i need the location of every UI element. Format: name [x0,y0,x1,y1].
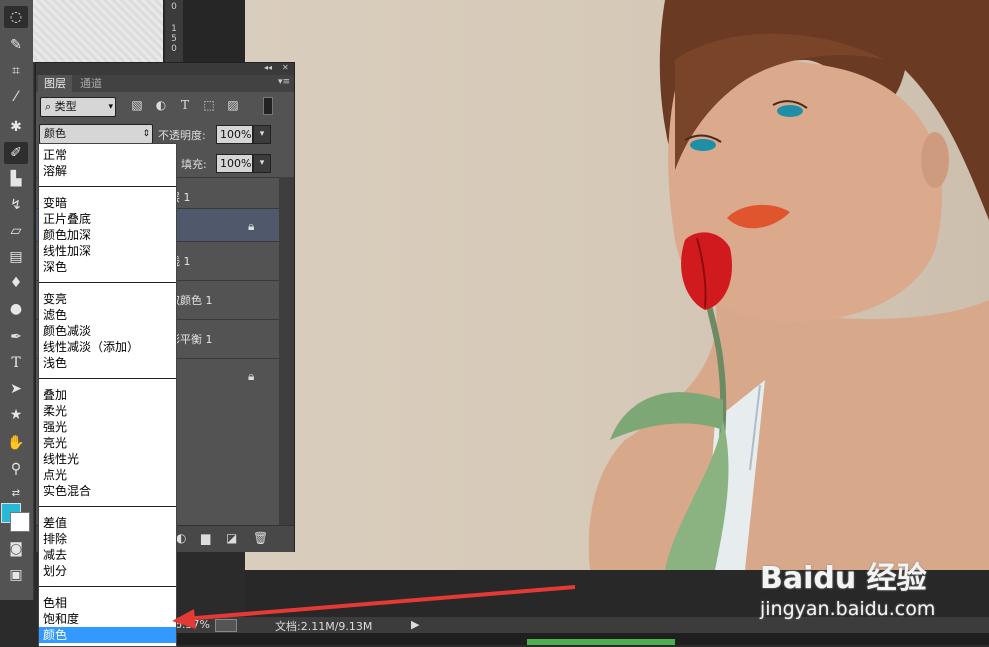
smart-object-filter-icon[interactable]: ▨ [226,98,240,112]
screen-mode-icon[interactable]: ▣ [4,564,28,586]
blend-option[interactable]: 溶解 [39,163,176,179]
menu-divider [39,282,176,283]
blend-option[interactable]: 线性加深 [39,243,176,259]
brush-tool-icon[interactable]: ✐ [4,142,28,164]
blend-option[interactable]: 正常 [39,147,176,163]
ruler-digit: 1 [171,24,177,34]
blend-option[interactable]: 颜色加深 [39,227,176,243]
search-icon: ⌕ [45,100,55,113]
blend-option[interactable]: 变亮 [39,291,176,307]
adjustment-filter-icon[interactable]: ◐ [154,98,168,112]
opacity-label: 不透明度: [158,129,206,142]
path-select-tool-icon[interactable]: ➤ [4,378,28,400]
blend-option[interactable]: 线性减淡（添加） [39,339,176,355]
watermark-brand: Baidu 经验 [760,561,927,596]
background-color-swatch[interactable] [10,512,30,532]
blend-mode-dropdown: 正常 溶解 变暗 正片叠底 颜色加深 线性加深 深色 变亮 滤色 颜色减淡 线性… [38,143,177,647]
blend-mode-value: 颜色 [44,127,66,140]
chevron-updown-icon: ⇕ [142,129,150,139]
zoom-tool-icon[interactable]: ⚲ [4,458,28,480]
stamp-tool-icon[interactable]: ▙ [4,168,28,190]
blend-option[interactable]: 柔光 [39,403,176,419]
ruler-digit: 5 [171,34,177,44]
quick-select-tool-icon[interactable]: ✎ [4,34,28,56]
panel-tabs: 图层 通道 ▾≡ [36,75,294,92]
vertical-ruler: 0 1 5 0 [165,0,183,62]
lock-icon: 🔒︎ [248,369,255,383]
shape-filter-icon[interactable]: ⬚ [202,98,216,112]
layers-scrollbar[interactable] [279,177,294,525]
opacity-dropdown-button[interactable]: ▾ [253,125,271,144]
healing-brush-tool-icon[interactable]: ✱ [4,116,28,138]
tool-panel: ◌ ✎ ⌗ ⁄ ✱ ✐ ▙ ↯ ▱ ▤ ♦ ● ✒ T ➤ ★ ✋ ⚲ ⇄ ◙ … [0,0,34,600]
blend-mode-select[interactable]: 颜色 ⇕ [39,124,153,144]
type-tool-icon[interactable]: T [4,352,28,374]
fill-label: 填充: [181,158,207,171]
layer-filter-row: ⌕ 类型 ▾ ▧ ◐ T ⬚ ▨ [36,92,294,120]
canvas-photo[interactable] [245,0,989,570]
eraser-tool-icon[interactable]: ▱ [4,220,28,242]
blend-option[interactable]: 划分 [39,563,176,579]
tab-channels[interactable]: 通道 [74,75,108,92]
type-filter-icon[interactable]: T [178,98,192,112]
menu-divider [39,378,176,379]
blur-tool-icon[interactable]: ♦ [4,272,28,294]
close-panel-icon[interactable]: ✕ [282,63,289,72]
new-layer-icon[interactable]: ◪ [226,531,237,545]
new-group-icon[interactable]: ▆ [201,531,210,545]
fill-dropdown-button[interactable]: ▾ [253,154,271,173]
blend-option[interactable]: 减去 [39,547,176,563]
baidu-watermark: Baidu 经验 jingyan.baidu.com [760,543,980,623]
panel-menu-icon[interactable]: ▾≡ [278,77,290,87]
collapse-icon[interactable]: ◂◂ [264,63,272,72]
pixel-filter-icon[interactable]: ▧ [130,98,144,112]
watermark-url: jingyan.baidu.com [760,598,936,620]
blend-option[interactable]: 正片叠底 [39,211,176,227]
panel-header: ◂◂ ✕ [36,63,294,75]
ruler-digit: 0 [171,44,177,54]
chevron-down-icon: ▾ [108,102,113,112]
blend-option[interactable]: 排除 [39,531,176,547]
delete-layer-icon[interactable]: 🗑︎ [253,531,268,545]
blend-option[interactable]: 滤色 [39,307,176,323]
fill-input[interactable]: 100% [216,154,253,173]
blend-option[interactable]: 线性光 [39,451,176,467]
swap-colors-icon[interactable]: ⇄ [4,482,28,504]
blend-option[interactable]: 深色 [39,259,176,275]
shape-tool-icon[interactable]: ★ [4,404,28,426]
tab-layers[interactable]: 图层 [38,75,72,92]
quick-mask-icon[interactable]: ◙ [4,538,28,560]
blend-option[interactable]: 强光 [39,419,176,435]
crop-tool-icon[interactable]: ⌗ [4,60,28,82]
blend-option[interactable]: 变暗 [39,195,176,211]
menu-divider [39,186,176,187]
blend-option[interactable]: 浅色 [39,355,176,371]
opacity-input[interactable]: 100% [216,125,253,144]
menu-divider [39,506,176,507]
adjustment-layer-icon[interactable]: ◐ [176,531,186,545]
blend-option[interactable]: 颜色减淡 [39,323,176,339]
blend-option[interactable]: 差值 [39,515,176,531]
dodge-tool-icon[interactable]: ● [4,298,28,320]
gradient-tool-icon[interactable]: ▤ [4,246,28,268]
annotation-arrow [172,585,576,629]
eyedropper-tool-icon[interactable]: ⁄ [4,86,28,108]
filter-toggle-switch[interactable] [263,97,273,115]
blend-option[interactable]: 叠加 [39,387,176,403]
portrait-illustration [588,0,989,570]
ruler-digit: 0 [171,2,177,12]
blend-option[interactable]: 点光 [39,467,176,483]
pen-tool-icon[interactable]: ✒ [4,326,28,348]
blend-option[interactable]: 实色混合 [39,483,176,499]
hand-tool-icon[interactable]: ✋ [4,432,28,454]
history-brush-tool-icon[interactable]: ↯ [4,194,28,216]
gray-background-area [33,0,163,62]
blend-option[interactable]: 亮光 [39,435,176,451]
filter-type-label: 类型 [54,100,77,113]
filter-type-select[interactable]: ⌕ 类型 ▾ [40,97,116,117]
lasso-tool-icon[interactable]: ◌ [4,6,28,28]
lock-icon: 🔒︎ [248,219,255,233]
